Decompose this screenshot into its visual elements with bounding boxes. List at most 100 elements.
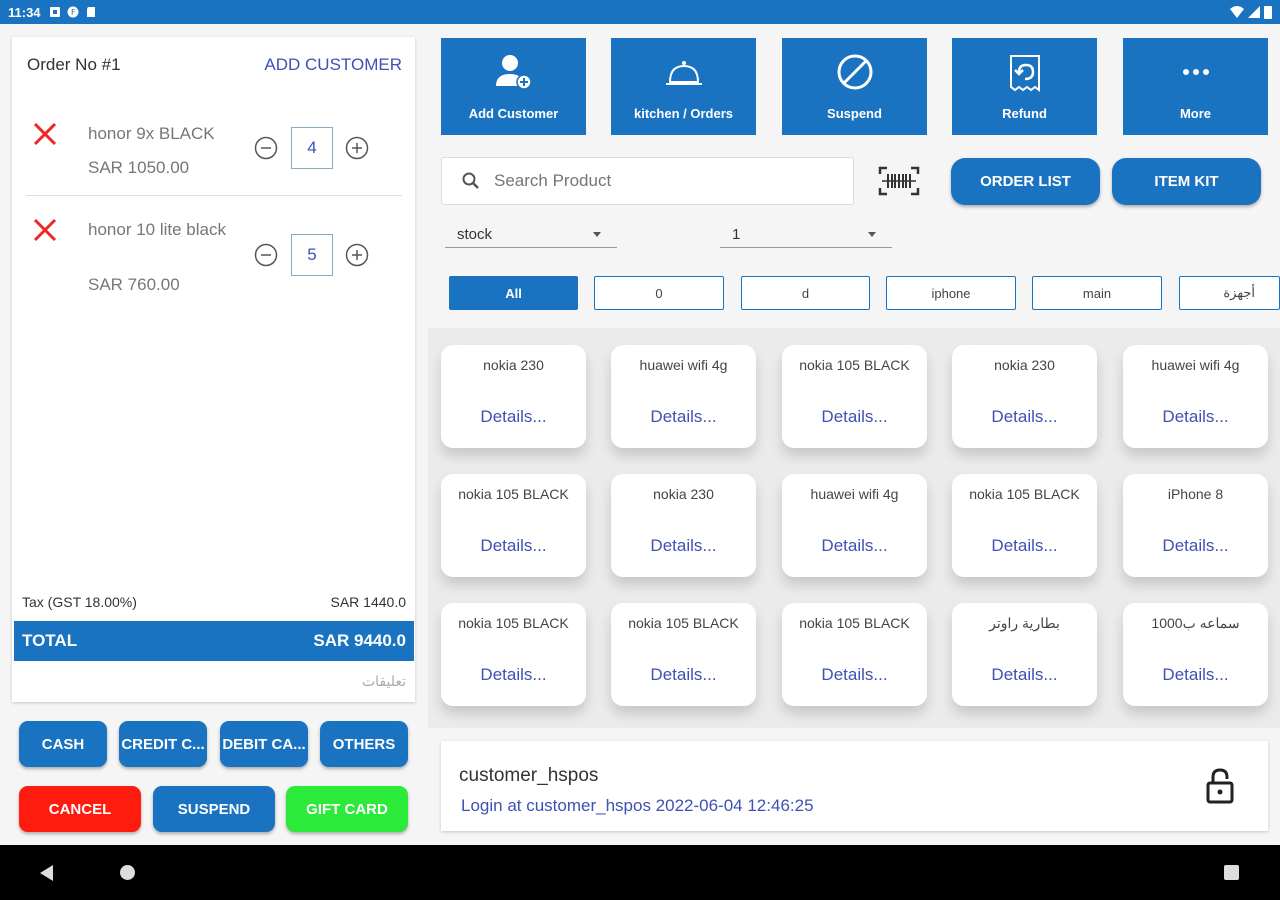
minus-circle-icon[interactable] <box>254 243 278 267</box>
product-details-link[interactable]: Details... <box>952 665 1097 685</box>
more-dots-icon <box>1182 69 1209 75</box>
home-icon[interactable] <box>120 865 135 880</box>
stock-dropdown-value: stock <box>457 226 493 243</box>
product-card[interactable]: nokia 105 BLACK Details... <box>782 603 927 706</box>
product-name: nokia 105 BLACK <box>799 615 910 631</box>
more-tile[interactable]: More <box>1123 38 1268 135</box>
product-grid: nokia 230 Details... huawei wifi 4g Detail… <box>428 328 1280 728</box>
quantity-field[interactable]: 5 <box>291 234 333 276</box>
battery-icon <box>1264 6 1272 19</box>
product-details-link[interactable]: Details... <box>952 407 1097 427</box>
lock-icon[interactable] <box>1204 767 1236 805</box>
product-details-link[interactable]: Details... <box>611 665 756 685</box>
product-details-link[interactable]: Details... <box>611 407 756 427</box>
system-nav-bar <box>0 845 1280 900</box>
suspend-tile[interactable]: Suspend <box>782 38 927 135</box>
category-chip[interactable]: d <box>741 276 870 310</box>
back-icon[interactable] <box>40 865 53 881</box>
order-item-price: SAR 760.00 <box>88 275 180 294</box>
product-details-link[interactable]: Details... <box>1123 665 1268 685</box>
order-header: Order No #1 ADD CUSTOMER <box>27 55 402 75</box>
cash-button[interactable]: CASH <box>19 721 107 767</box>
remove-item-icon[interactable] <box>32 217 58 243</box>
credit-card-button[interactable]: CREDIT C... <box>119 721 207 767</box>
product-card[interactable]: nokia 105 BLACK Details... <box>611 603 756 706</box>
product-name: nokia 105 BLACK <box>969 486 1080 502</box>
sd-card-icon <box>86 7 95 17</box>
product-card[interactable]: nokia 230 Details... <box>952 345 1097 448</box>
product-details-link[interactable]: Details... <box>782 665 927 685</box>
product-details-link[interactable]: Details... <box>441 407 586 427</box>
product-card[interactable]: nokia 105 BLACK Details... <box>441 603 586 706</box>
kitchen-orders-tile[interactable]: kitchen / Orders <box>611 38 756 135</box>
product-details-link[interactable]: Details... <box>611 536 756 556</box>
order-list-button[interactable]: ORDER LIST <box>951 158 1100 205</box>
product-details-link[interactable]: Details... <box>782 536 927 556</box>
product-name: nokia 105 BLACK <box>799 357 910 373</box>
product-card[interactable]: nokia 230 Details... <box>611 474 756 577</box>
refund-tile[interactable]: Refund <box>952 38 1097 135</box>
order-item-name: honor 10 lite black <box>88 220 226 239</box>
add-customer-tile[interactable]: Add Customer <box>441 38 586 135</box>
product-card[interactable]: nokia 105 BLACK Details... <box>441 474 586 577</box>
gift-card-button[interactable]: GIFT CARD <box>286 786 408 832</box>
total-label: TOTAL <box>22 631 78 650</box>
cancel-button[interactable]: CANCEL <box>19 786 141 832</box>
product-card[interactable]: nokia 105 BLACK Details... <box>782 345 927 448</box>
search-icon <box>462 172 479 189</box>
tax-label: Tax (GST 18.00%) <box>22 594 137 610</box>
product-card[interactable]: nokia 230 Details... <box>441 345 586 448</box>
product-card[interactable]: huawei wifi 4g Details... <box>611 345 756 448</box>
stock-dropdown[interactable]: stock <box>445 222 617 248</box>
product-card[interactable]: iPhone 8 Details... <box>1123 474 1268 577</box>
tax-value: SAR 1440.0 <box>330 594 407 610</box>
others-button[interactable]: OTHERS <box>320 721 408 767</box>
product-card[interactable]: nokia 105 BLACK Details... <box>952 474 1097 577</box>
category-chip[interactable]: iphone <box>886 276 1016 310</box>
product-card[interactable]: huawei wifi 4g Details... <box>782 474 927 577</box>
user-name: customer_hspos <box>459 765 599 786</box>
notes-field[interactable]: تعليقات <box>22 673 406 690</box>
search-box <box>441 157 854 205</box>
debit-card-button[interactable]: DEBIT CA... <box>220 721 308 767</box>
login-info: Login at customer_hspos 2022-06-04 12:46… <box>461 796 814 815</box>
product-card[interactable]: huawei wifi 4g Details... <box>1123 345 1268 448</box>
product-card[interactable]: بطارية راوتر Details... <box>952 603 1097 706</box>
tile-label: Refund <box>1002 106 1047 121</box>
dropdown-caret-icon <box>868 232 876 237</box>
product-card[interactable]: 1000سماعه ب Details... <box>1123 603 1268 706</box>
product-details-link[interactable]: Details... <box>1123 536 1268 556</box>
product-details-link[interactable]: Details... <box>1123 407 1268 427</box>
product-name: huawei wifi 4g <box>1151 357 1240 373</box>
category-chip[interactable]: 0 <box>594 276 724 310</box>
plus-circle-icon[interactable] <box>345 243 369 267</box>
suspend-button[interactable]: SUSPEND <box>153 786 275 832</box>
plus-circle-icon[interactable] <box>345 136 369 160</box>
category-chip-all[interactable]: All <box>449 276 578 310</box>
product-name: nokia 105 BLACK <box>628 615 739 631</box>
add-customer-link[interactable]: ADD CUSTOMER <box>264 55 402 75</box>
remove-item-icon[interactable] <box>32 121 58 147</box>
barcode-scan-icon[interactable] <box>878 166 920 196</box>
product-details-link[interactable]: Details... <box>441 665 586 685</box>
product-details-link[interactable]: Details... <box>441 536 586 556</box>
minus-circle-icon[interactable] <box>254 136 278 160</box>
product-details-link[interactable]: Details... <box>782 407 927 427</box>
product-name: 1000سماعه ب <box>1151 615 1240 631</box>
svg-text:F: F <box>71 8 76 17</box>
tax-row: Tax (GST 18.00%) SAR 1440.0 <box>22 594 406 610</box>
status-time: 11:34 <box>8 4 41 20</box>
user-session-card: customer_hspos Login at customer_hspos 2… <box>441 741 1268 831</box>
product-details-link[interactable]: Details... <box>952 536 1097 556</box>
search-input[interactable] <box>494 171 814 191</box>
category-chip[interactable]: أجهزة <box>1179 276 1280 310</box>
order-item-name: honor 9x BLACK <box>88 124 215 143</box>
quantity-field[interactable]: 4 <box>291 127 333 169</box>
tile-label: Add Customer <box>468 106 559 121</box>
quantity-dropdown[interactable]: 1 <box>720 222 892 248</box>
recent-apps-icon[interactable] <box>1224 865 1239 880</box>
product-name: nokia 105 BLACK <box>458 615 569 631</box>
category-chip[interactable]: main <box>1032 276 1162 310</box>
status-right <box>1230 5 1272 19</box>
item-kit-button[interactable]: ITEM KIT <box>1112 158 1261 205</box>
